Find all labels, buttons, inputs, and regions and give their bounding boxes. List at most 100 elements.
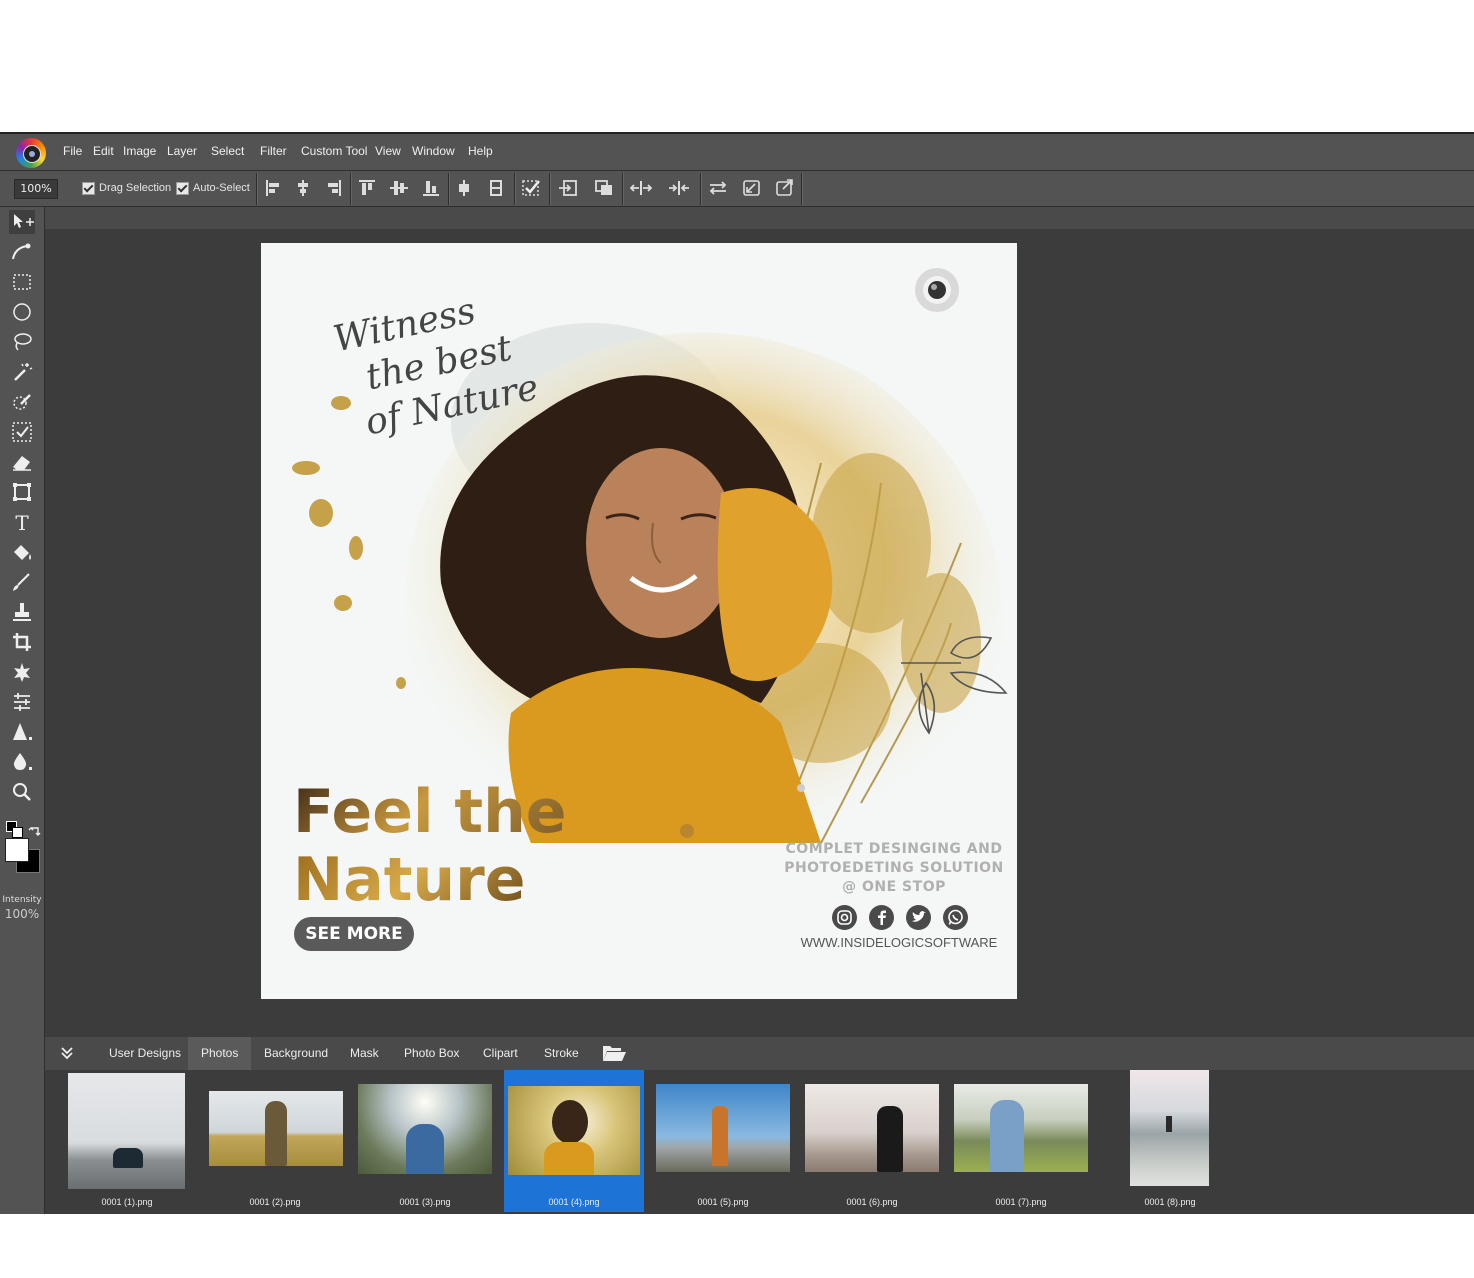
tagline[interactable]: COMPLET DESINGING AND PHOTOEDETING SOLUT… <box>779 840 1009 897</box>
menu-custom-tool[interactable]: Custom Tool <box>301 144 367 158</box>
distribute-middle-icon[interactable] <box>485 178 507 198</box>
workspace-header-strip <box>45 207 1474 229</box>
eraser-tool-icon[interactable] <box>9 450 35 474</box>
thumbnail-item[interactable]: 0001 (6).png <box>802 1070 942 1212</box>
foreground-color-swatch[interactable] <box>5 838 29 862</box>
menu-image[interactable]: Image <box>123 144 156 158</box>
resize-icon[interactable] <box>741 178 763 198</box>
thumbnail-caption: 0001 (7).png <box>995 1197 1047 1207</box>
thumbnail-caption: 0001 (8).png <box>1144 1197 1196 1207</box>
sharpen-tool-icon[interactable] <box>9 720 35 744</box>
thumbnail-caption: 0001 (5).png <box>697 1197 749 1207</box>
transform-tool-icon[interactable] <box>9 480 35 504</box>
thumbnail-item[interactable]: 0001 (5).png <box>653 1070 793 1212</box>
asset-panel-tabs: User Designs Photos Background Mask Phot… <box>45 1037 1474 1070</box>
tab-mask[interactable]: Mask <box>337 1037 392 1070</box>
open-folder-icon[interactable] <box>601 1042 627 1064</box>
headline-line-2[interactable]: Nature <box>293 845 525 915</box>
app-logo-icon[interactable] <box>16 138 46 168</box>
tab-stroke[interactable]: Stroke <box>531 1037 592 1070</box>
text-tool-icon[interactable]: T <box>9 510 35 535</box>
editor-window: File Edit Image Layer Select Filter Cust… <box>0 132 1474 1214</box>
ellipse-marquee-tool-icon[interactable] <box>9 300 35 324</box>
thumbnail-caption: 0001 (6).png <box>846 1197 898 1207</box>
drag-selection-checkbox[interactable] <box>82 182 95 195</box>
thumbnail-caption: 0001 (3).png <box>399 1197 451 1207</box>
svg-text:T: T <box>15 511 29 534</box>
menu-select[interactable]: Select <box>211 144 244 158</box>
zoom-field[interactable]: 100% <box>14 179 58 199</box>
drag-selection-label: Drag Selection <box>99 182 172 194</box>
adjust-levels-tool-icon[interactable] <box>9 690 35 714</box>
expand-horizontal-icon[interactable] <box>629 178 653 198</box>
healing-tool-icon[interactable] <box>9 660 35 684</box>
menu-layer[interactable]: Layer <box>167 144 197 158</box>
transform-check-icon[interactable] <box>520 178 542 198</box>
website-text[interactable]: WWW.INSIDELOGICSOFTWARE <box>789 935 1009 950</box>
menu-help[interactable]: Help <box>468 144 493 158</box>
thumbnail-item-selected[interactable]: 0001 (4).png <box>504 1070 644 1212</box>
twitter-icon[interactable] <box>906 905 931 930</box>
quick-selection-tool-icon[interactable] <box>9 390 35 414</box>
headline-line-1[interactable]: Feel the <box>293 777 567 847</box>
thumbnail-item[interactable]: 0001 (2).png <box>205 1070 345 1212</box>
swap-colors-icon[interactable] <box>28 823 42 837</box>
align-top-icon[interactable] <box>356 178 378 198</box>
color-swatches[interactable] <box>4 819 44 881</box>
stamp-tool-icon[interactable] <box>9 600 35 624</box>
collapse-panel-icon[interactable] <box>59 1045 75 1061</box>
lasso-tool-icon[interactable] <box>9 330 35 354</box>
paint-bucket-tool-icon[interactable] <box>9 540 35 564</box>
brand-camera-icon <box>915 268 959 312</box>
design-canvas[interactable]: Witness the best of Nature Feel the Natu… <box>261 243 1017 999</box>
tab-user-designs[interactable]: User Designs <box>96 1037 194 1070</box>
tagline-line-3: @ ONE STOP <box>842 879 946 895</box>
crop-tool-icon[interactable] <box>9 630 35 654</box>
tab-photos[interactable]: Photos <box>188 1037 252 1070</box>
contract-horizontal-icon[interactable] <box>668 178 690 198</box>
instagram-icon[interactable] <box>832 905 857 930</box>
see-more-button[interactable]: SEE MORE <box>294 917 414 951</box>
swap-icon[interactable] <box>707 178 729 198</box>
duplicate-layer-icon[interactable] <box>593 178 615 198</box>
menu-filter[interactable]: Filter <box>260 144 287 158</box>
magic-wand-tool-icon[interactable] <box>9 360 35 384</box>
align-left-icon[interactable] <box>263 178 285 198</box>
brush-tool-icon[interactable] <box>9 570 35 594</box>
pen-curve-tool-icon[interactable] <box>9 240 35 264</box>
thumbnail-item[interactable]: 0001 (1).png <box>65 1070 189 1212</box>
select-check-tool-icon[interactable] <box>9 420 35 444</box>
thumbnail-item[interactable]: 0001 (8).png <box>1125 1070 1215 1212</box>
thumbnail-caption: 0001 (4).png <box>548 1197 600 1207</box>
thumbnail-item[interactable]: 0001 (7).png <box>951 1070 1091 1212</box>
move-tool-icon[interactable] <box>9 210 35 234</box>
social-icons <box>832 905 972 931</box>
rectangle-marquee-tool-icon[interactable] <box>9 270 35 294</box>
distribute-center-icon[interactable] <box>453 178 475 198</box>
menu-file[interactable]: File <box>63 144 82 158</box>
intensity-value[interactable]: 100% <box>0 907 44 921</box>
align-bottom-icon[interactable] <box>420 178 442 198</box>
menu-window[interactable]: Window <box>412 144 455 158</box>
blur-drop-tool-icon[interactable] <box>9 750 35 774</box>
menu-view[interactable]: View <box>375 144 401 158</box>
auto-select-checkbox[interactable] <box>176 182 189 195</box>
thumbnail-item[interactable]: 0001 (3).png <box>355 1070 495 1212</box>
import-icon[interactable] <box>557 178 579 198</box>
align-middle-vertical-icon[interactable] <box>388 178 410 198</box>
thumbnail-caption: 0001 (2).png <box>249 1197 301 1207</box>
menu-bar: File Edit Image Layer Select Filter Cust… <box>0 134 1474 171</box>
options-bar: 100% Drag Selection Auto-Select <box>0 171 1474 207</box>
export-icon[interactable] <box>774 178 796 198</box>
tab-clipart[interactable]: Clipart <box>470 1037 531 1070</box>
align-right-icon[interactable] <box>322 178 344 198</box>
tab-background[interactable]: Background <box>251 1037 341 1070</box>
tab-photo-box[interactable]: Photo Box <box>391 1037 472 1070</box>
align-center-horizontal-icon[interactable] <box>292 178 314 198</box>
tagline-line-1: COMPLET DESINGING AND <box>785 841 1003 857</box>
whatsapp-icon[interactable] <box>943 905 968 930</box>
thumbnail-caption: 0001 (1).png <box>101 1197 153 1207</box>
zoom-tool-icon[interactable] <box>9 780 35 804</box>
facebook-icon[interactable] <box>869 905 894 930</box>
menu-edit[interactable]: Edit <box>93 144 114 158</box>
